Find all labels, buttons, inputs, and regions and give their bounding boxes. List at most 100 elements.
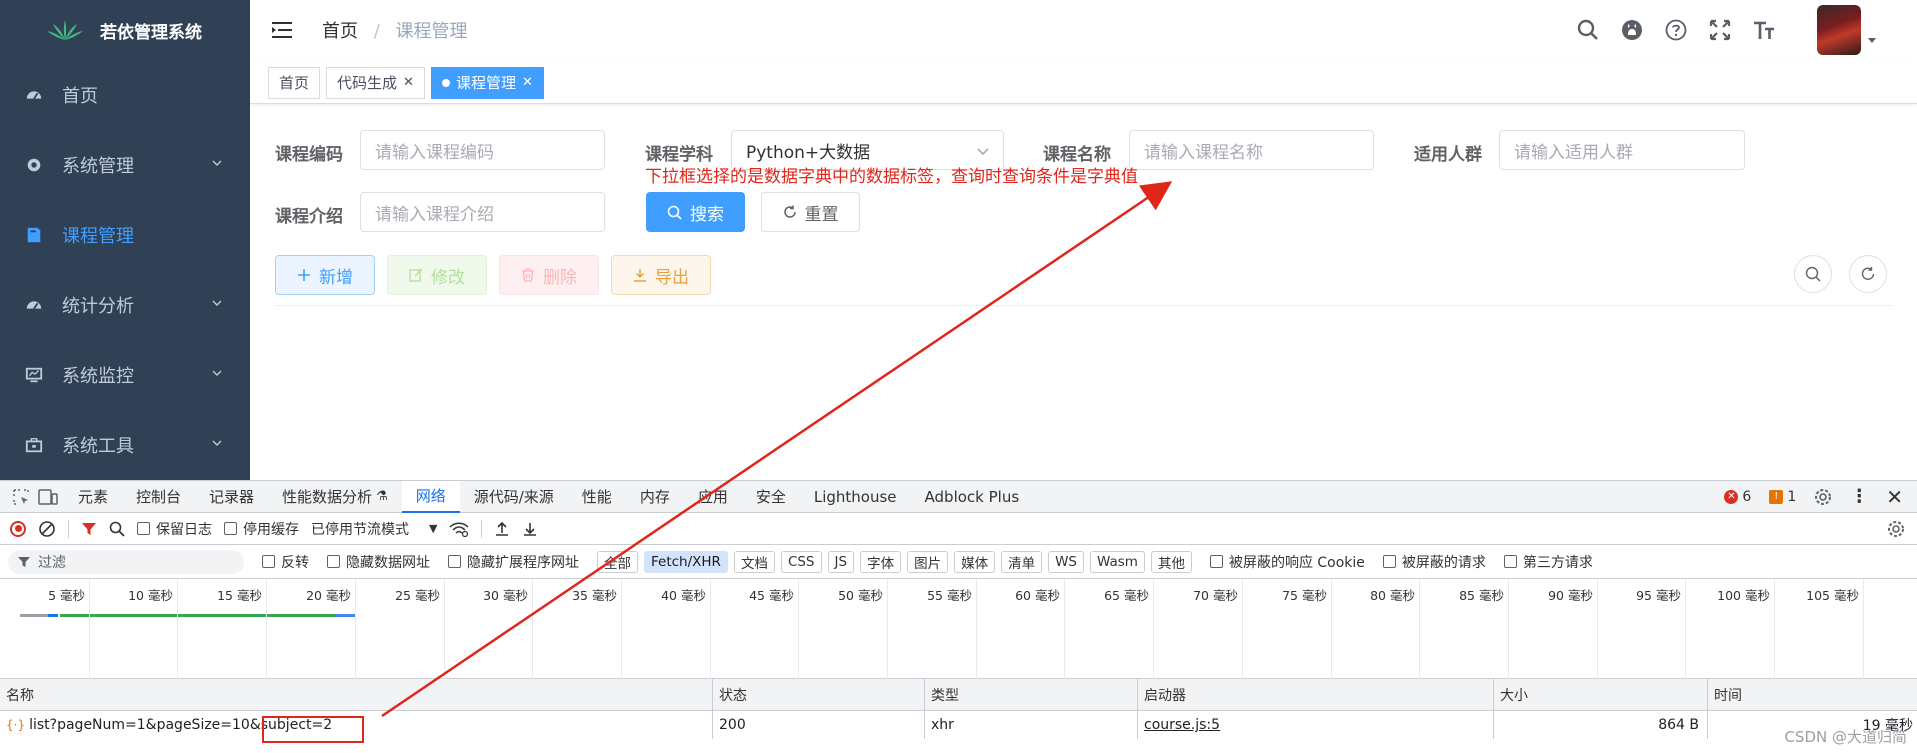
request-size: 864 B bbox=[1493, 711, 1707, 739]
breadcrumb-separator: / bbox=[373, 21, 380, 42]
hide-data-urls-checkbox[interactable]: 隐藏数据网址 bbox=[327, 552, 430, 572]
sidebar-item-4[interactable]: 系统监控 bbox=[0, 340, 250, 410]
export-button[interactable]: 导出 bbox=[611, 255, 711, 295]
course-name-input[interactable]: 请输入课程名称 bbox=[1129, 130, 1374, 170]
user-menu[interactable] bbox=[1797, 5, 1877, 55]
network-timeline[interactable]: 5 毫秒 10 毫秒 15 毫秒 20 毫秒 25 毫秒 30 毫秒 35 毫秒 40 毫秒 4… bbox=[0, 579, 1917, 679]
third-party-checkbox[interactable]: 第三方请求 bbox=[1503, 552, 1593, 572]
network-settings-icon[interactable] bbox=[1887, 520, 1905, 538]
type-filter-2[interactable]: 文档 bbox=[733, 550, 775, 573]
toolbar-divider bbox=[481, 519, 483, 538]
timeline-tick-label: 50 毫秒 bbox=[838, 588, 883, 603]
crowd-input[interactable]: 请输入适用人群 bbox=[1499, 130, 1745, 170]
disable-cache-checkbox[interactable]: 停用缓存 bbox=[224, 519, 299, 539]
devtools-tab-0[interactable]: 元素 bbox=[64, 481, 122, 513]
device-toggle-icon[interactable] bbox=[38, 488, 58, 506]
upload-icon[interactable] bbox=[494, 521, 510, 537]
invert-checkbox[interactable]: 反转 bbox=[262, 552, 309, 572]
record-icon[interactable] bbox=[10, 520, 26, 537]
devtools-tab-5[interactable]: 源代码/来源 bbox=[460, 481, 568, 513]
clear-icon[interactable] bbox=[38, 520, 56, 538]
timeline-bar-download bbox=[336, 614, 356, 617]
sidebar-item-3[interactable]: 统计分析 bbox=[0, 270, 250, 340]
third-party-label: 第三方请求 bbox=[1522, 554, 1593, 571]
more-options-icon[interactable]: ⋮ bbox=[1850, 486, 1868, 507]
type-filter-9[interactable]: WS bbox=[1048, 550, 1084, 573]
devtools-tab-9[interactable]: 安全 bbox=[742, 481, 800, 513]
column-time[interactable]: 时间 bbox=[1707, 679, 1917, 710]
throttle-select[interactable]: 已停用节流模式 ▼ bbox=[311, 519, 437, 539]
error-count[interactable]: ✕ 6 bbox=[1724, 489, 1751, 505]
hamburger-icon[interactable] bbox=[272, 21, 292, 39]
delete-button[interactable]: 删除 bbox=[499, 255, 599, 295]
toggle-search-button[interactable] bbox=[1794, 255, 1832, 293]
refresh-button[interactable] bbox=[1849, 255, 1887, 293]
close-icon[interactable]: ✕ bbox=[522, 75, 533, 90]
tag-0[interactable]: 首页 bbox=[268, 66, 321, 99]
sidebar-item-2[interactable]: 课程管理 bbox=[0, 200, 250, 270]
type-filter-10[interactable]: Wasm bbox=[1090, 550, 1145, 573]
devtools-tab-3[interactable]: 性能数据分析 ⚗ bbox=[268, 481, 402, 513]
request-initiator-link[interactable]: course.js:5 bbox=[1137, 711, 1493, 739]
search-icon[interactable] bbox=[109, 521, 125, 537]
course-intro-input[interactable]: 请输入课程介绍 bbox=[360, 192, 605, 232]
column-type[interactable]: 类型 bbox=[924, 679, 1137, 710]
type-filter-7[interactable]: 媒体 bbox=[954, 550, 996, 573]
course-code-input[interactable]: 请输入课程编码 bbox=[360, 130, 605, 170]
type-filter-3[interactable]: CSS bbox=[780, 550, 822, 573]
column-initiator[interactable]: 启动器 bbox=[1137, 679, 1493, 710]
search-button[interactable]: 搜索 bbox=[646, 192, 745, 232]
font-size-icon[interactable] bbox=[1753, 19, 1775, 41]
caret-down-icon[interactable] bbox=[1867, 35, 1877, 45]
filter-icon[interactable] bbox=[81, 521, 97, 537]
devtools-tab-11[interactable]: Adblock Plus bbox=[911, 481, 1034, 513]
type-filter-8[interactable]: 清单 bbox=[1001, 550, 1043, 573]
fullscreen-icon[interactable] bbox=[1709, 19, 1731, 41]
download-icon[interactable] bbox=[522, 521, 538, 537]
blocked-requests-checkbox[interactable]: 被屏蔽的请求 bbox=[1382, 552, 1486, 572]
devtools-tab-1[interactable]: 控制台 bbox=[122, 481, 195, 513]
avatar[interactable] bbox=[1817, 5, 1861, 55]
devtools-tab-4[interactable]: 网络 bbox=[401, 480, 460, 513]
reset-button[interactable]: 重置 bbox=[761, 192, 860, 232]
timeline-tick-label: 60 毫秒 bbox=[1015, 588, 1060, 603]
close-icon[interactable]: ✕ bbox=[403, 75, 414, 90]
type-filter-6[interactable]: 图片 bbox=[907, 550, 949, 573]
blocked-cookies-checkbox[interactable]: 被屏蔽的响应 Cookie bbox=[1209, 552, 1365, 572]
devtools-tab-2[interactable]: 记录器 bbox=[195, 481, 268, 513]
sidebar-item-5[interactable]: 系统工具 bbox=[0, 410, 250, 480]
sidebar-item-1[interactable]: 系统管理 bbox=[0, 130, 250, 200]
hide-extension-urls-checkbox[interactable]: 隐藏扩展程序网址 bbox=[448, 552, 579, 572]
github-icon[interactable] bbox=[1621, 19, 1643, 41]
edit-button[interactable]: 修改 bbox=[387, 255, 487, 295]
sidebar-item-0[interactable]: 首页 bbox=[0, 60, 250, 130]
add-button[interactable]: 新增 bbox=[275, 255, 375, 295]
type-filter-0[interactable]: 全部 bbox=[597, 550, 638, 573]
timeline-gridline bbox=[532, 579, 533, 679]
tag-2[interactable]: 课程管理 ✕ bbox=[430, 66, 544, 99]
devtools-tab-6[interactable]: 性能 bbox=[568, 481, 626, 513]
type-filter-5[interactable]: 字体 bbox=[860, 550, 902, 573]
column-size[interactable]: 大小 bbox=[1493, 679, 1707, 710]
type-filter-1[interactable]: Fetch/XHR bbox=[644, 550, 728, 573]
tag-1[interactable]: 代码生成 ✕ bbox=[326, 66, 425, 99]
column-status[interactable]: 状态 bbox=[712, 679, 924, 710]
warning-count[interactable]: ! 1 bbox=[1769, 489, 1796, 505]
type-filter-11[interactable]: 其他 bbox=[1150, 550, 1192, 573]
search-icon[interactable] bbox=[1577, 19, 1599, 41]
devtools-tab-10[interactable]: Lighthouse bbox=[800, 481, 911, 513]
column-name[interactable]: 名称 bbox=[0, 679, 712, 710]
devtools-tab-8[interactable]: 应用 bbox=[684, 481, 742, 513]
settings-gear-icon[interactable] bbox=[1814, 488, 1832, 506]
breadcrumb-home[interactable]: 首页 bbox=[322, 21, 358, 42]
devtools-tab-7[interactable]: 内存 bbox=[626, 481, 684, 513]
network-conditions-icon[interactable] bbox=[449, 521, 469, 537]
inspect-icon[interactable] bbox=[12, 488, 30, 506]
preserve-log-checkbox[interactable]: 保留日志 bbox=[137, 519, 212, 539]
help-icon[interactable] bbox=[1665, 19, 1687, 41]
table-divider bbox=[275, 305, 1892, 306]
close-icon[interactable]: ✕ bbox=[1886, 485, 1903, 509]
type-filter-4[interactable]: JS bbox=[827, 550, 855, 573]
logo[interactable]: 若依管理系统 bbox=[0, 0, 250, 60]
filter-input[interactable]: 过滤 bbox=[8, 549, 244, 574]
